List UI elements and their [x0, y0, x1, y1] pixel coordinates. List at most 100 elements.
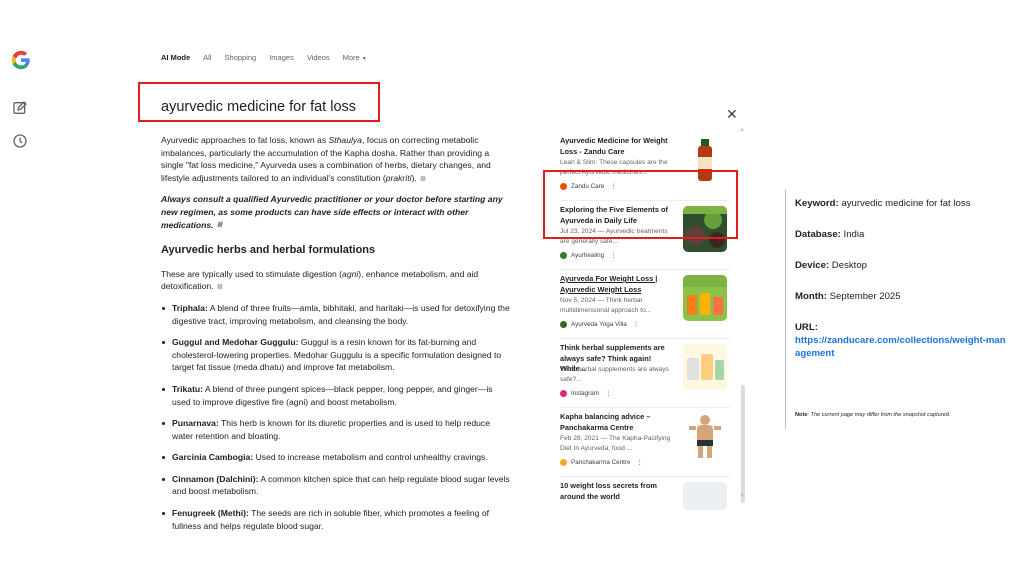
- site-favicon-icon: [560, 321, 567, 328]
- ai-answer: Ayurvedic approaches to fat loss, known …: [161, 134, 511, 540]
- info-label: Keyword:: [795, 198, 839, 209]
- tab-videos[interactable]: Videos: [307, 53, 330, 62]
- list-item: Guggul and Medohar Guggulu: Guggul is a …: [161, 336, 511, 374]
- site-name: Instagram: [571, 390, 599, 398]
- info-url-link[interactable]: https://zanducare.com/collections/weight…: [795, 335, 1006, 359]
- more-options-icon[interactable]: ⋮: [610, 252, 616, 259]
- info-value: Desktop: [829, 260, 868, 271]
- list-item: Cinnamon (Dalchini): A common kitchen sp…: [161, 473, 511, 498]
- info-label: Month:: [795, 291, 827, 302]
- info-label: Database:: [795, 229, 841, 240]
- source-site: Ayurhealing ⋮: [560, 252, 616, 259]
- source-title[interactable]: Ayurvedic Medicine for Weight Loss - Zan…: [560, 136, 675, 157]
- source-title[interactable]: Kapha balancing advice – Panchakarma Cen…: [560, 412, 675, 433]
- tab-more[interactable]: More ▼: [343, 53, 367, 62]
- site-favicon-icon: [560, 252, 567, 259]
- info-value: ayurvedic medicine for fat loss: [838, 198, 971, 209]
- tab-shopping[interactable]: Shopping: [225, 53, 257, 62]
- site-favicon-icon: [560, 390, 567, 397]
- info-keyword: Keyword: ayurvedic medicine for fat loss: [795, 197, 1010, 210]
- source-snippet: Nov 5, 2024 — Think herbal multidimensio…: [560, 297, 652, 314]
- link-icon[interactable]: ⛓: [216, 222, 223, 229]
- list-item: Triphala: A blend of three fruits—amla, …: [161, 302, 511, 327]
- source-title[interactable]: Ayurveda For Weight Loss | Ayurvedic Wei…: [560, 274, 675, 295]
- history-icon[interactable]: [12, 133, 28, 149]
- herb-name: Punarnava:: [172, 418, 219, 429]
- info-device: Device: Desktop: [795, 259, 1010, 272]
- source-title[interactable]: 10 weight loss secrets from around the w…: [560, 481, 675, 502]
- source-snippet: Feb 28, 2021 — The Kapha-Pacifying Diet …: [560, 435, 671, 452]
- herb-text: This herb is known for its diuretic prop…: [172, 418, 490, 441]
- search-query: ayurvedic medicine for fat loss: [161, 99, 357, 115]
- link-icon[interactable]: ⛓: [419, 175, 426, 182]
- more-options-icon[interactable]: ⋮: [633, 321, 639, 328]
- source-snippet: Think herbal supplements are always safe…: [560, 366, 669, 383]
- herb-name: Guggul and Medohar Guggulu:: [172, 337, 299, 348]
- section-intro-text: These are typically used to stimulate di…: [161, 268, 343, 279]
- scroll-down-icon[interactable]: ▼: [739, 493, 745, 499]
- site-name: Ayurhealing: [571, 252, 605, 260]
- list-item: Punarnava: This herb is known for its di…: [161, 417, 511, 442]
- list-item: Fenugreek (Methi): The seeds are rich in…: [161, 507, 511, 532]
- section-heading: Ayurvedic herbs and herbal formulations: [161, 244, 376, 257]
- search-tabs: AI Mode All Shopping Images Videos More ▼: [161, 53, 380, 62]
- herb-name: Triphala:: [172, 302, 208, 313]
- intro-term: prakriti: [385, 172, 412, 183]
- herb-name: Fenugreek (Methi):: [172, 508, 249, 519]
- source-site: Panchakarma Centre ⋮: [560, 459, 643, 466]
- info-value: India: [840, 229, 865, 240]
- info-label: Device:: [795, 260, 830, 271]
- link-icon[interactable]: ⛓: [216, 284, 223, 291]
- info-url: URL: https://zanducare.com/collections/we…: [795, 321, 1010, 360]
- herb-text: A blend of three pungent spices—black pe…: [172, 383, 493, 407]
- info-database: Database: India: [795, 228, 1010, 241]
- scroll-up-icon[interactable]: ▲: [739, 127, 745, 133]
- herb-text: Used to increase metabolism and control …: [253, 452, 488, 463]
- site-name: Panchakarma Centre: [571, 459, 631, 467]
- new-chat-icon[interactable]: [12, 100, 28, 116]
- warning-text: Always consult a qualified Ayurvedic pra…: [161, 194, 503, 230]
- top-margin: [0, 0, 1024, 37]
- divider: [785, 189, 786, 429]
- source-card[interactable]: Ayurveda For Weight Loss | Ayurvedic Wei…: [560, 270, 730, 339]
- tab-ai-mode[interactable]: AI Mode: [161, 53, 190, 62]
- tab-images[interactable]: Images: [269, 53, 294, 62]
- intro-term: Sthaulya: [328, 135, 362, 145]
- site-favicon-icon: [560, 459, 567, 466]
- herb-name: Garcinia Cambogia:: [172, 452, 254, 463]
- herb-name: Cinnamon (Dalchini):: [172, 473, 259, 484]
- google-logo-icon[interactable]: [11, 50, 31, 70]
- info-label: URL:: [795, 322, 818, 333]
- tab-all[interactable]: All: [203, 53, 211, 62]
- products-thumbnail: [683, 275, 727, 321]
- list-item: Garcinia Cambogia: Used to increase meta…: [161, 451, 511, 464]
- search-screenshot: AI Mode All Shopping Images Videos More ▼…: [0, 37, 1024, 540]
- site-name: Ayurveda Yoga Villa: [571, 321, 627, 329]
- answer-intro: Ayurvedic approaches to fat loss, known …: [161, 134, 511, 184]
- snapshot-note: Note: The current page may differ from t…: [795, 412, 1015, 418]
- more-options-icon[interactable]: ⋮: [637, 459, 643, 466]
- source-site: Ayurveda Yoga Villa ⋮: [560, 321, 639, 328]
- bottom-margin: [0, 540, 1024, 576]
- section-intro-term: agni: [342, 268, 359, 279]
- supplement-jars-thumbnail: [683, 344, 727, 390]
- source-card[interactable]: Think herbal supplements are always safe…: [560, 339, 730, 408]
- scrollbar[interactable]: [741, 385, 745, 503]
- intro-text: Ayurvedic approaches to fat loss, known …: [161, 135, 329, 145]
- herb-text: A blend of three fruits—amla, bibhitaki,…: [172, 302, 510, 326]
- herb-name: Trikatu:: [172, 383, 204, 394]
- more-options-icon[interactable]: ⋮: [605, 390, 611, 397]
- chevron-down-icon: ▼: [361, 56, 367, 62]
- list-item: Trikatu: A blend of three pungent spices…: [161, 383, 511, 408]
- intro-text: ).: [411, 172, 417, 183]
- info-value: September 2025: [826, 291, 901, 302]
- source-card[interactable]: Kapha balancing advice – Panchakarma Cen…: [560, 408, 730, 477]
- tab-more-label: More: [342, 53, 360, 62]
- info-month: Month: September 2025: [795, 290, 1010, 303]
- placeholder-thumbnail: [683, 482, 727, 510]
- source-card[interactable]: 10 weight loss secrets from around the w…: [560, 477, 730, 517]
- source-highlight-box: [543, 170, 738, 239]
- close-icon[interactable]: ✕: [726, 106, 738, 123]
- section-intro: These are typically used to stimulate di…: [161, 268, 511, 293]
- answer-warning: Always consult a qualified Ayurvedic pra…: [161, 193, 511, 231]
